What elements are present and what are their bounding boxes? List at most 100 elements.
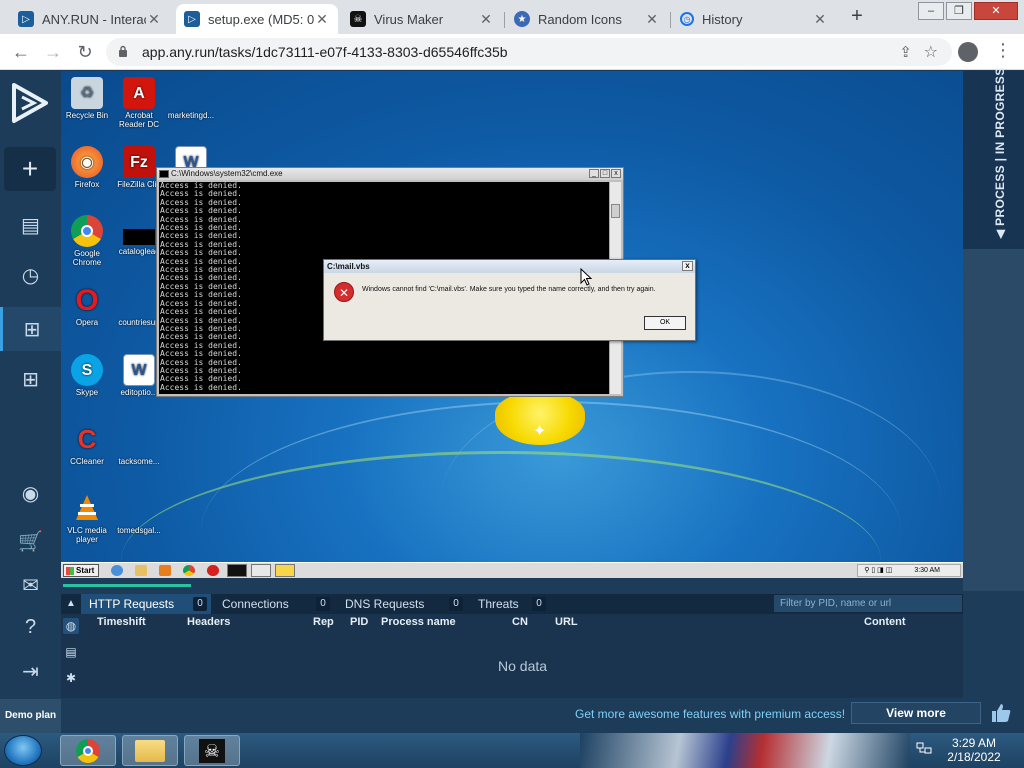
host-clock[interactable]: 3:29 AM 2/18/2022 [946,736,1002,764]
network-tray-icon[interactable] [916,742,932,756]
close-button[interactable]: x [611,169,621,178]
close-tab-icon[interactable]: ✕ [314,11,330,28]
desktop-icon-tomedsgal[interactable]: tomedsgal... [113,492,165,535]
globe-icon[interactable]: ◉ [0,471,61,515]
bug-icon[interactable]: ✱ [63,670,79,686]
view-more-button[interactable]: View more [851,702,981,724]
column-header-headers[interactable]: Headers [187,616,230,628]
tab-history[interactable]: ◷ History ✕ [672,4,836,34]
error-dialog[interactable]: C:\mail.vbs x ✕ Windows cannot find 'C:\… [323,259,696,341]
browser-menu-icon[interactable]: ⋮ [994,40,1012,61]
desktop-icon-recycle-bin[interactable]: ♻ Recycle Bin [61,77,113,120]
close-window-button[interactable]: ✕ [974,2,1018,20]
mail-icon[interactable]: ✉ [0,563,61,607]
column-header-pid[interactable]: PID [350,616,368,628]
cmd-titlebar[interactable]: C:\Windows\system32\cmd.exe _ □ x [157,168,623,180]
file-icon[interactable]: ▤ [63,644,79,660]
globe-icon[interactable]: ◍ [63,618,79,634]
maximize-button[interactable]: □ [600,169,610,178]
desktop-icon-marketingd[interactable]: marketingd... [165,77,217,120]
desktop-icon-skype[interactable]: S Skype [61,354,113,397]
opera-icon: O [75,283,99,317]
warning-taskbar-button[interactable] [275,564,295,577]
lock-icon [119,45,127,57]
desktop-icon-acrobat[interactable]: A Acrobat Reader DC [113,77,165,129]
windows-7-icon[interactable]: ⊞ [0,307,61,351]
cmd-taskbar-button[interactable] [227,564,247,577]
tab-http-requests[interactable]: HTTP Requests 0 [81,594,211,614]
explorer-taskbar-button[interactable] [122,735,178,766]
tab-setup-exe[interactable]: ▷ setup.exe (MD5: 02 ✕ [176,4,338,34]
column-header-content[interactable]: Content [864,616,906,628]
vm-desktop[interactable]: ✦ ♻ Recycle Bin ◉ Firefox Google Chrome … [61,71,963,562]
media-player-icon[interactable] [159,565,171,576]
desktop-icon-opera[interactable]: O Opera [61,284,113,327]
reports-document-icon[interactable]: ▤ [0,203,61,247]
tab-title: ANY.RUN - Interac [42,11,146,27]
address-bar[interactable]: app.any.run/tasks/1dc73111-e07f-4133-830… [106,38,952,66]
ok-button[interactable]: OK [644,316,686,330]
tab-threats[interactable]: Threats 0 [470,594,550,614]
share-icon[interactable]: ⇪ [899,43,912,61]
reload-icon[interactable]: ↻ [74,41,96,63]
tab-virus-maker[interactable]: ☠ Virus Maker ✕ [342,4,502,34]
desktop-icon-ccleaner[interactable]: C CCleaner [61,423,113,467]
tab-label: Connections [222,597,289,611]
virus-maker-taskbar-button[interactable]: ☠ [184,735,240,766]
windows-start-orb-icon[interactable] [4,735,42,766]
filter-input[interactable]: Filter by PID, name or url [774,595,962,612]
close-tab-icon[interactable]: ✕ [812,11,828,28]
forward-arrow-icon[interactable]: → [42,41,64,63]
bookmark-star-icon[interactable]: ☆ [924,42,938,62]
history-icon[interactable]: ◷ [0,253,61,297]
new-task-plus-icon[interactable]: + [4,147,56,191]
column-header-process-name[interactable]: Process name [381,616,456,628]
app-taskbar-button[interactable] [251,564,271,577]
column-header-url[interactable]: URL [555,616,578,628]
scrollbar-thumb[interactable] [611,204,620,218]
vm-start-button[interactable]: Start [63,564,99,577]
close-tab-icon[interactable]: ✕ [478,11,494,28]
desktop-icon-chrome[interactable]: Google Chrome [61,215,113,267]
desktop-icon-firefox[interactable]: ◉ Firefox [61,146,113,189]
minimize-button[interactable]: – [918,2,944,20]
dialog-close-button[interactable]: x [682,261,693,271]
column-header-rep[interactable]: Rep [313,616,334,628]
chrome-icon[interactable] [183,565,195,576]
column-header-timeshift[interactable]: Timeshift [97,616,146,628]
anyrun-logo-icon[interactable] [8,81,52,125]
tab-dns-requests[interactable]: DNS Requests 0 [337,594,467,614]
tab-anyrun-interactive[interactable]: ▷ ANY.RUN - Interac ✕ [10,4,170,34]
cart-icon[interactable]: 🛒 [0,519,61,563]
desktop-icon-vlc[interactable]: VLC media player [61,492,113,544]
new-tab-button[interactable]: + [846,6,868,28]
help-icon[interactable]: ? [0,605,61,649]
process-panel-toggle[interactable]: ◀ PROCESS | IN PROGRESS [963,67,1024,249]
logout-icon[interactable]: ⇥ [0,649,61,693]
desktop-icon-tacksome[interactable]: tacksome... [113,423,165,466]
opera-taskbar-icon[interactable] [207,565,219,576]
profile-avatar-icon[interactable] [958,42,978,62]
blank-file-icon [123,492,155,524]
progress-bar [63,584,191,587]
tab-label: HTTP Requests [89,597,175,611]
count-badge: 0 [193,597,207,611]
close-tab-icon[interactable]: ✕ [644,11,660,28]
windows-10-icon[interactable]: ⊞ [0,357,61,401]
collapse-panel-icon[interactable]: ▲ [61,594,81,614]
minimize-button[interactable]: _ [589,169,599,178]
column-header-cn[interactable]: CN [512,616,528,628]
wallpaper-strip [580,733,910,768]
explorer-icon[interactable] [135,565,147,576]
tab-connections[interactable]: Connections 0 [214,594,334,614]
close-tab-icon[interactable]: ✕ [146,11,162,28]
dialog-titlebar[interactable]: C:\mail.vbs x [324,260,695,273]
tab-random-icons[interactable]: ★ Random Icons ✕ [506,4,668,34]
chrome-taskbar-button[interactable] [60,735,116,766]
back-arrow-icon[interactable]: ← [10,41,32,63]
ie-icon[interactable] [111,565,123,576]
demo-plan-label[interactable]: Demo plan [0,699,61,733]
promo-text[interactable]: Get more awesome features with premium a… [575,707,845,721]
restore-button[interactable]: ❐ [946,2,972,20]
thumbs-up-icon[interactable] [990,702,1012,724]
